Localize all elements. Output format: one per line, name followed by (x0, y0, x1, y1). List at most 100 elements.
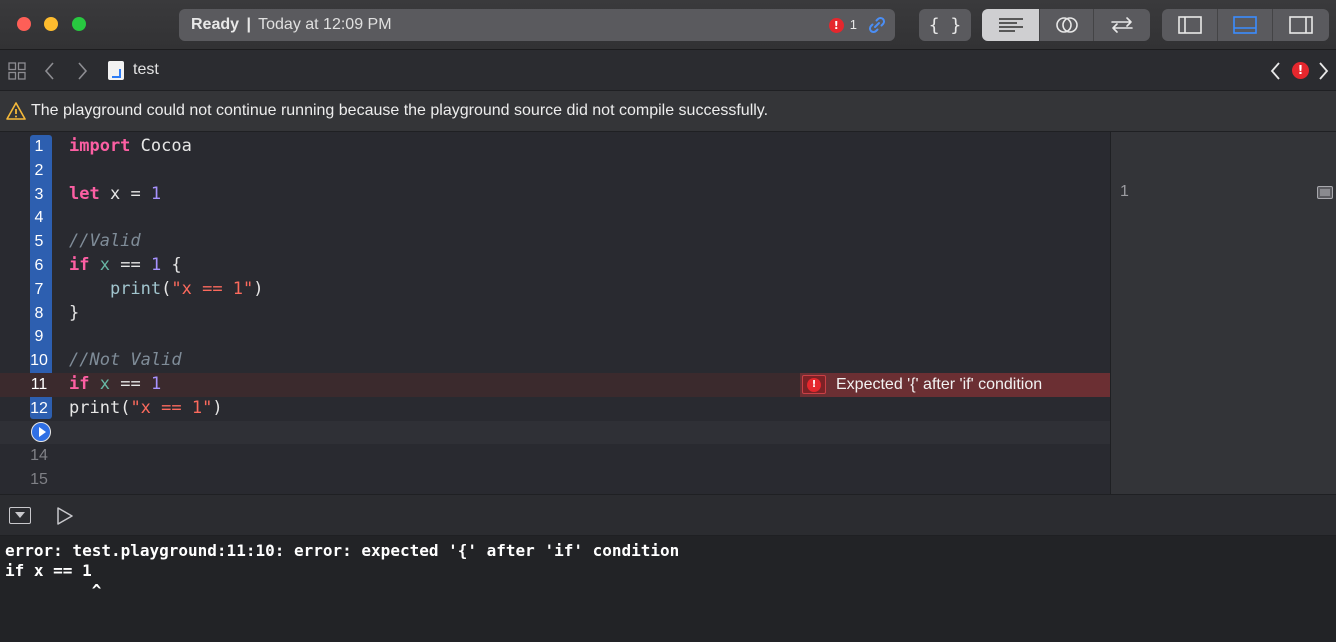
warning-message: The playground could not continue runnin… (31, 102, 769, 119)
window-toolbar: Ready | Today at 12:09 PM ! 1 { } (0, 0, 1336, 50)
breadcrumb-file[interactable]: test (133, 61, 159, 79)
brace: { (161, 255, 182, 275)
code-line: 10 //Not Valid (0, 349, 1110, 373)
jump-bar: test ! (0, 50, 1336, 91)
line-number[interactable]: 14 (28, 444, 50, 468)
code-line: 8 } (0, 302, 1110, 326)
console-output[interactable]: error: test.playground:11:10: error: exp… (0, 536, 1336, 642)
assistant-editor-button[interactable] (1040, 9, 1094, 41)
function-name: print (69, 397, 121, 418)
console-line: if x == 1 (5, 561, 92, 580)
toggle-navigator-button[interactable] (1162, 9, 1218, 41)
error-icon: ! (828, 17, 844, 33)
variable: x (99, 374, 110, 394)
swap-arrows-icon (1111, 17, 1133, 33)
line-number[interactable]: 15 (28, 468, 50, 492)
toggle-debug-area-button[interactable] (1218, 9, 1273, 41)
variable: x (99, 255, 110, 275)
inline-error-message[interactable]: ! Expected '{' after 'if' condition (800, 373, 1110, 397)
forward-chevron-icon[interactable] (76, 61, 88, 81)
line-number[interactable]: 4 (28, 206, 50, 230)
inline-error-text: Expected '{' after 'if' condition (836, 375, 1043, 393)
line-number[interactable]: 11 (28, 373, 50, 397)
code-line: 15 (0, 468, 1110, 492)
close-window-button[interactable] (17, 17, 31, 31)
keyword: if (69, 374, 90, 394)
code-line: 2 (0, 159, 1110, 183)
number-literal: 1 (150, 374, 162, 394)
keyword: let (69, 183, 100, 204)
code-line: 5 //Valid (0, 230, 1110, 254)
source-editor[interactable]: 1 import Cocoa 2 3 let x = 1 4 5 //Valid… (0, 132, 1110, 494)
comment: //Valid (69, 231, 141, 252)
module-name: Cocoa (140, 136, 192, 156)
previous-issue-chevron-icon[interactable] (1270, 61, 1282, 81)
line-number[interactable]: 1 (28, 135, 50, 159)
code-line: 4 (0, 206, 1110, 230)
back-chevron-icon[interactable] (44, 61, 56, 81)
code-line-current (0, 420, 1110, 445)
code-line: 7 print("x == 1") (0, 278, 1110, 302)
function-name: print (109, 278, 162, 299)
keyword: import (69, 136, 131, 156)
results-sidebar: 1 (1110, 132, 1336, 494)
line-number[interactable]: 7 (28, 278, 50, 302)
error-icon: ! (807, 377, 821, 392)
error-badge: ! (802, 375, 826, 395)
line-number[interactable]: 3 (28, 183, 50, 207)
line-number[interactable]: 2 (28, 159, 50, 183)
code-line: 6 if x == 1 { (0, 254, 1110, 278)
status-separator: | (246, 16, 251, 33)
library-button-group: { } (919, 9, 971, 41)
paren: ( (161, 278, 172, 299)
run-to-line-button[interactable] (31, 421, 51, 442)
code-line-error: 11 if x == 1 ! Expected '{' after 'if' c… (0, 373, 1110, 397)
operator: == (109, 374, 151, 394)
playground-file-icon (108, 61, 124, 80)
play-icon[interactable] (55, 506, 75, 526)
number-literal: 1 (150, 183, 162, 204)
string-literal: "x == 1" (171, 278, 254, 299)
debug-bar (0, 494, 1336, 536)
paren: ) (212, 397, 223, 418)
status-error-indicator[interactable]: ! 1 (828, 17, 857, 33)
line-number[interactable]: 10 (28, 349, 50, 373)
library-button[interactable]: { } (919, 9, 971, 41)
code-line: 12 print("x == 1") (0, 397, 1110, 421)
line-number[interactable]: 12 (28, 397, 50, 421)
quick-look-button[interactable] (1317, 186, 1333, 199)
comment: //Not Valid (69, 350, 182, 371)
console-line: ^ (5, 581, 102, 600)
number-literal: 1 (150, 255, 162, 275)
console-line: error: test.playground:11:10: error: exp… (5, 541, 680, 560)
right-panel-icon (1289, 16, 1313, 34)
warning-banner: The playground could not continue runnin… (0, 91, 1336, 132)
standard-editor-button[interactable] (982, 9, 1040, 41)
version-editor-button[interactable] (1094, 9, 1150, 41)
line-number[interactable]: 8 (28, 302, 50, 326)
link-icon[interactable] (868, 16, 886, 34)
operator: == (109, 255, 151, 275)
panel-toggle-group (1162, 9, 1329, 41)
activity-status: Ready | Today at 12:09 PM ! 1 (179, 9, 895, 41)
line-number[interactable]: 5 (28, 230, 50, 254)
issue-error-icon[interactable]: ! (1292, 62, 1309, 79)
code-line: 3 let x = 1 (0, 183, 1110, 207)
code-line: 1 import Cocoa (0, 135, 1110, 159)
bottom-panel-icon (1233, 16, 1257, 34)
minimize-window-button[interactable] (44, 17, 58, 31)
next-issue-chevron-icon[interactable] (1317, 61, 1329, 81)
code-line: 9 (0, 325, 1110, 349)
line-number[interactable]: 9 (28, 325, 50, 349)
braces-icon: { } (928, 14, 962, 36)
status-ready: Ready (191, 16, 240, 33)
paren: ) (253, 278, 264, 299)
hide-debug-area-button[interactable] (9, 507, 31, 524)
related-items-icon[interactable] (8, 62, 26, 82)
error-count: 1 (849, 17, 857, 32)
zoom-window-button[interactable] (72, 17, 86, 31)
line-number[interactable]: 6 (28, 254, 50, 278)
paren: ( (120, 397, 131, 418)
toggle-inspector-button[interactable] (1273, 9, 1329, 41)
editor-mode-group (982, 9, 1150, 41)
